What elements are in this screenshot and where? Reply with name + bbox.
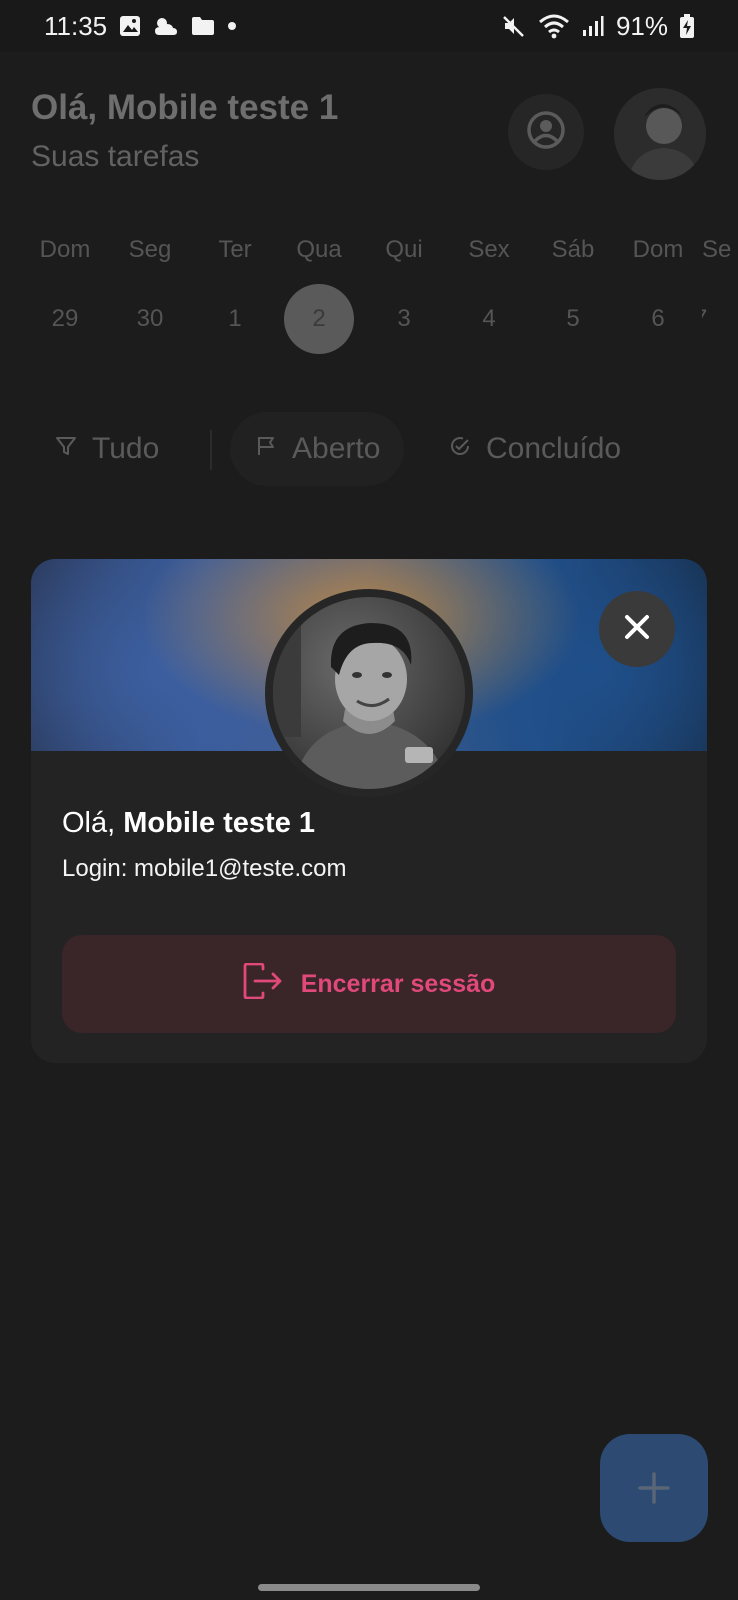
check-circle-icon (448, 432, 472, 466)
close-icon (623, 613, 651, 646)
profile-avatar (265, 589, 473, 797)
filter-done[interactable]: Concluído (424, 412, 645, 486)
day-name: Qui (385, 236, 423, 263)
account-button[interactable] (508, 94, 584, 170)
day-item[interactable]: Qui 3 (364, 230, 444, 354)
day-number: 1 (228, 305, 242, 332)
filter-open[interactable]: Aberto (230, 412, 405, 486)
profile-card: Olá, Mobile teste 1 Login: mobile1@teste… (31, 559, 707, 1063)
filter-open-label: Aberto (292, 432, 381, 465)
day-item[interactable]: Ter 1 (195, 230, 275, 354)
mute-icon (502, 14, 526, 38)
gallery-icon (119, 15, 141, 37)
day-item[interactable]: Sáb 5 (533, 230, 613, 354)
day-name: Dom (632, 236, 684, 263)
filter-divider (210, 430, 212, 470)
day-name: Ter (218, 236, 252, 263)
user-circle-icon (526, 110, 566, 155)
profile-greeting-prefix: Olá, (62, 807, 116, 839)
header-subtitle: Suas tarefas (31, 140, 200, 173)
profile-login: Login: mobile1@teste.com (62, 855, 347, 882)
day-number: 6 (651, 305, 665, 332)
day-name: Dom (39, 236, 91, 263)
flag-icon (254, 432, 278, 466)
day-name: Sex (468, 236, 510, 263)
status-time: 11:35 (44, 10, 108, 41)
filter-all-label: Tudo (92, 432, 160, 465)
status-bar: 11:35 91% (0, 0, 738, 52)
weather-icon (153, 15, 179, 37)
day-number: 29 (51, 305, 79, 332)
day-number: 3 (397, 305, 411, 332)
day-name: Sáb (551, 236, 595, 263)
battery-percent: 91% (615, 10, 668, 41)
close-button[interactable] (599, 591, 675, 667)
filter-all[interactable]: Tudo (30, 412, 183, 486)
header-greeting: Olá, Mobile teste 1 (31, 88, 339, 127)
day-item-selected[interactable]: Qua 2 (279, 230, 359, 354)
logout-label: Encerrar sessão (300, 969, 496, 998)
day-name: Qua (296, 236, 342, 263)
day-number: 30 (136, 305, 164, 332)
signal-icon (582, 15, 604, 37)
day-number: 4 (482, 305, 496, 332)
day-item[interactable]: Dom 6 (618, 230, 698, 354)
filter-done-label: Concluído (486, 432, 622, 465)
day-number: 5 (566, 305, 580, 332)
day-number-selected: 2 (284, 284, 354, 354)
add-task-button[interactable] (600, 1434, 708, 1542)
home-indicator[interactable] (258, 1584, 480, 1591)
day-item[interactable]: Sex 4 (449, 230, 529, 354)
week-strip: Dom 29 Seg 30 Ter 1 Qua 2 Qui 3 Sex 4 Sá… (0, 230, 738, 370)
profile-greeting: Olá, Mobile teste 1 (62, 807, 315, 840)
battery-charging-icon (680, 14, 694, 38)
header-avatar[interactable] (614, 88, 706, 180)
day-item[interactable]: Dom 29 (25, 230, 105, 354)
filter-bar: Tudo Aberto Concluído (0, 412, 738, 488)
day-item[interactable]: Se 7 (702, 230, 738, 354)
plus-icon (637, 1458, 671, 1518)
logout-icon (243, 962, 283, 1006)
wifi-icon (538, 13, 570, 39)
profile-photo (273, 597, 465, 789)
day-item[interactable]: Seg 30 (110, 230, 190, 354)
day-name: Seg (128, 236, 172, 263)
filter-icon (54, 432, 78, 466)
profile-user-name: Mobile teste 1 (123, 807, 316, 839)
folder-icon (191, 16, 215, 36)
day-name: Se (702, 236, 732, 263)
dot-icon (227, 21, 237, 31)
logout-button[interactable]: Encerrar sessão (62, 935, 676, 1033)
day-number: 7 (702, 284, 738, 354)
